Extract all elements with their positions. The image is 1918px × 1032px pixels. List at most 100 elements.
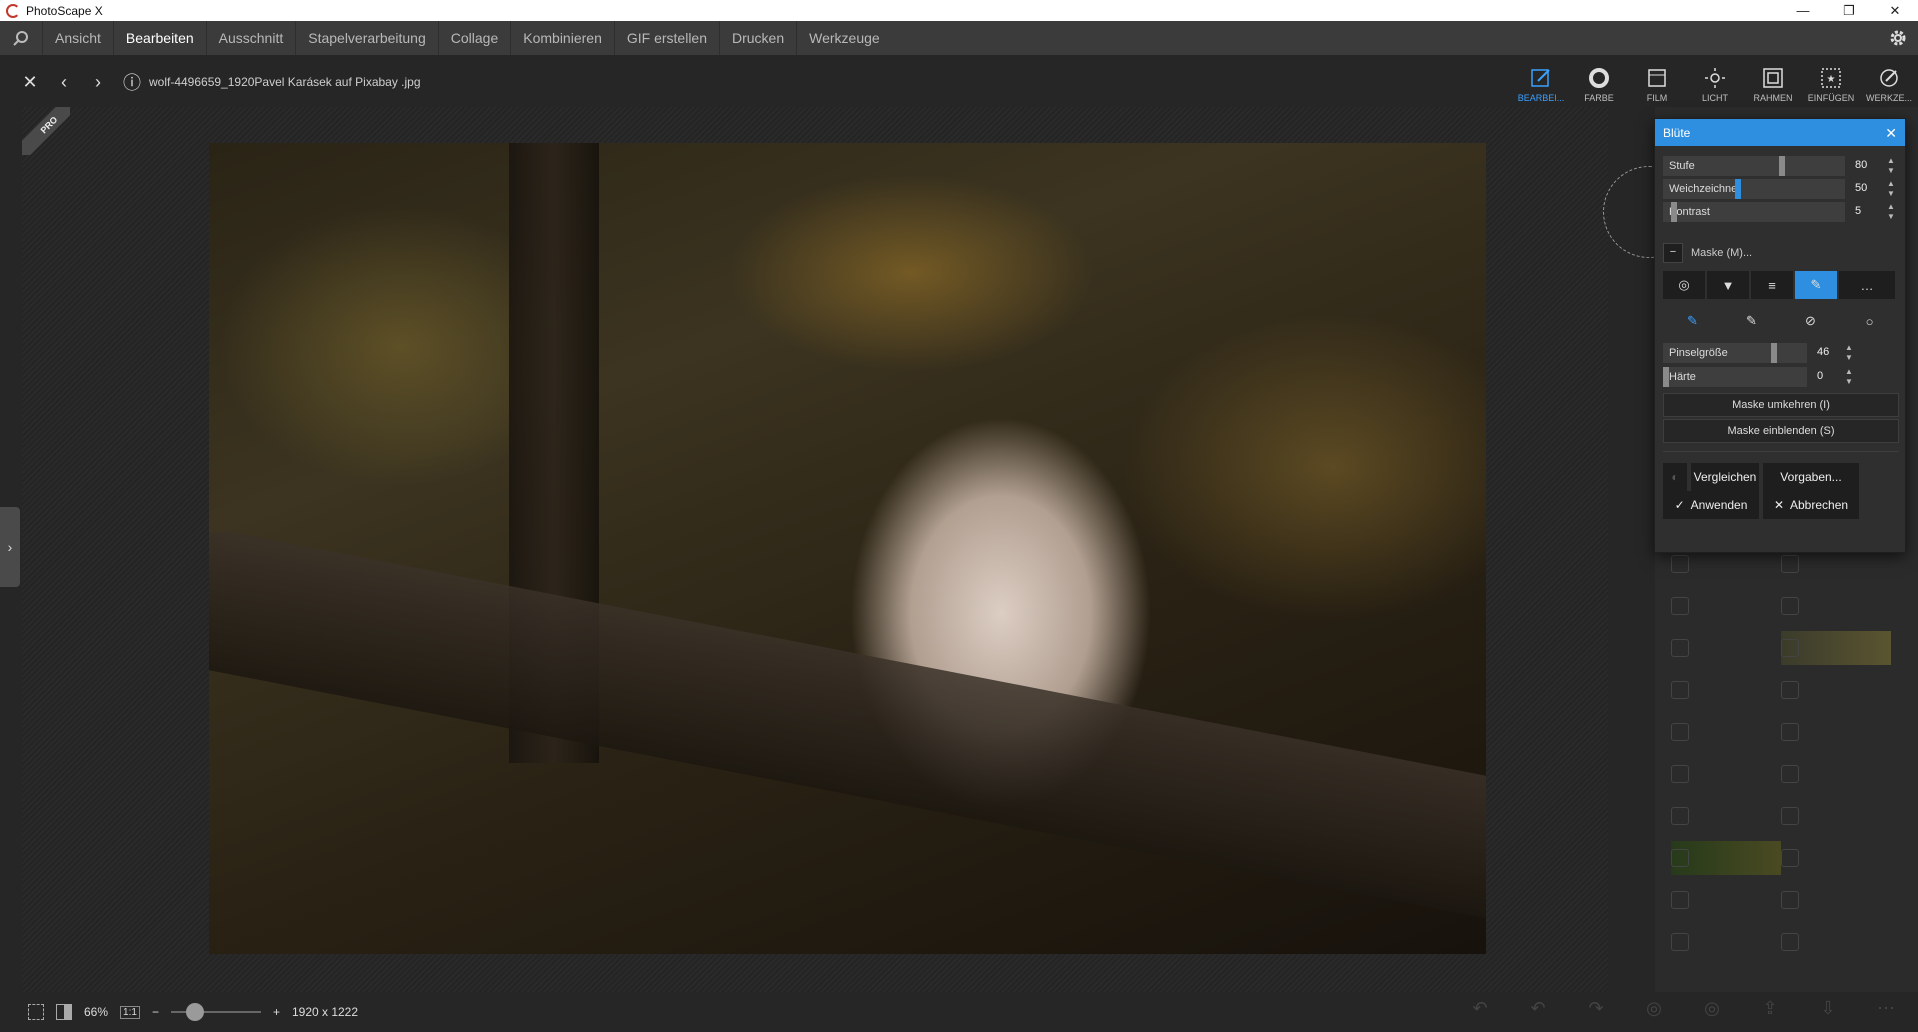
menu-drucken[interactable]: Drucken — [719, 21, 796, 55]
restore-button[interactable]: ❐ — [1826, 0, 1872, 21]
minus-icon[interactable]: − — [1663, 243, 1683, 263]
slider-haerte[interactable]: Härte 0 ▲ ▼ — [1663, 367, 1899, 387]
mask-toggle-row[interactable]: − Maske (M)... — [1663, 243, 1752, 263]
more-icon[interactable]: ⋯ — [1862, 998, 1910, 1018]
presets-button[interactable]: Vorgaben... — [1763, 463, 1859, 491]
tab-bearbeiten[interactable]: BEARBEI... — [1512, 55, 1570, 107]
spinner-icon[interactable]: ▲ ▼ — [1845, 367, 1853, 387]
slider-kontrast[interactable]: Kontrast 5 ▲ ▼ — [1663, 202, 1899, 222]
close-window-button[interactable]: ✕ — [1872, 0, 1918, 21]
gradient-filter-icon[interactable]: ▼ — [1707, 271, 1749, 299]
undo-all-icon[interactable]: ↶ — [1456, 998, 1504, 1018]
sidebar-tool[interactable] — [1671, 589, 1781, 623]
spinner-icon[interactable]: ▲ ▼ — [1887, 202, 1895, 222]
tab-film[interactable]: FILM — [1628, 55, 1686, 107]
tab-licht[interactable]: LICHT — [1686, 55, 1744, 107]
sidebar-tool[interactable] — [1781, 715, 1891, 749]
sidebar-tool[interactable] — [1671, 799, 1781, 833]
menu-stapelverarbeitung[interactable]: Stapelverarbeitung — [295, 21, 438, 55]
menu-bearbeiten[interactable]: Bearbeiten — [112, 21, 206, 55]
photo-wolf-image[interactable] — [209, 143, 1486, 954]
slider-value[interactable]: 46 — [1817, 346, 1829, 358]
slider-thumb[interactable] — [1671, 202, 1677, 222]
sidebar-tool-pro[interactable] — [1781, 883, 1891, 917]
invert-mask-button[interactable]: Maske umkehren (I) — [1663, 393, 1899, 417]
more-options-icon[interactable]: … — [1839, 271, 1895, 299]
minimize-button[interactable]: — — [1780, 0, 1826, 21]
close-icon[interactable]: ✕ — [1885, 125, 1897, 142]
slider-thumb[interactable] — [1779, 156, 1785, 176]
save-icon[interactable]: ⇩ — [1804, 998, 1852, 1018]
open-icon[interactable]: ⇪ — [1746, 998, 1794, 1018]
cancel-button[interactable]: ✕ Abbrechen — [1763, 491, 1859, 519]
compare-view-icon[interactable] — [56, 1004, 72, 1020]
redo-icon[interactable]: ↷ — [1572, 998, 1620, 1018]
zoom-out-icon[interactable]: − — [152, 1005, 159, 1019]
tab-werkzeuge[interactable]: WERKZE... — [1860, 55, 1918, 107]
tab-einfuegen[interactable]: ★ EINFÜGEN — [1802, 55, 1860, 107]
sidebar-tool[interactable] — [1671, 715, 1781, 749]
slider-thumb[interactable] — [1663, 367, 1669, 387]
slider-stufe[interactable]: Stufe 80 ▲ ▼ — [1663, 156, 1899, 176]
zoom-in-icon[interactable]: + — [273, 1005, 280, 1019]
menu-werkzeuge[interactable]: Werkzeuge — [796, 21, 892, 55]
sidebar-tool-pro[interactable] — [1671, 841, 1781, 875]
show-mask-button[interactable]: Maske einblenden (S) — [1663, 419, 1899, 443]
next-file-icon[interactable]: › — [88, 72, 108, 93]
clear-mask-icon[interactable]: ⊘ — [1781, 307, 1840, 335]
compare-icon[interactable]: ◎ — [1688, 998, 1736, 1018]
sidebar-tool[interactable] — [1781, 589, 1891, 623]
expand-panel-handle[interactable]: › — [0, 507, 20, 587]
slider-pinselgroesse[interactable]: Pinselgröße 46 ▲ ▼ — [1663, 343, 1899, 363]
compare-toggle-icon[interactable]: ◐ — [1663, 463, 1687, 491]
sidebar-tool-pro[interactable] — [1671, 925, 1781, 959]
sidebar-tool[interactable] — [1781, 757, 1891, 791]
previous-file-icon[interactable]: ‹ — [54, 72, 74, 93]
sidebar-tool[interactable] — [1781, 799, 1891, 833]
sidebar-tool-pro[interactable] — [1671, 883, 1781, 917]
sidebar-tool-pro[interactable] — [1781, 925, 1891, 959]
sidebar-tool-active[interactable] — [1781, 631, 1891, 665]
slider-value[interactable]: 80 — [1855, 159, 1867, 171]
brush-mask-icon[interactable]: ✎ — [1795, 271, 1837, 299]
menu-kombinieren[interactable]: Kombinieren — [510, 21, 614, 55]
sidebar-tool[interactable] — [1671, 757, 1781, 791]
spinner-icon[interactable]: ▲ ▼ — [1845, 343, 1853, 363]
home-icon[interactable] — [0, 21, 42, 55]
slider-weichzeichner[interactable]: Weichzeichner 50 ▲ ▼ — [1663, 179, 1899, 199]
tab-rahmen[interactable]: RAHMEN — [1744, 55, 1802, 107]
slider-value[interactable]: 5 — [1855, 205, 1861, 217]
actual-size-button[interactable]: 1:1 — [120, 1005, 140, 1019]
radial-mask-icon[interactable]: ◎ — [1663, 271, 1705, 299]
sidebar-tool[interactable] — [1671, 631, 1781, 665]
spinner-icon[interactable]: ▲ ▼ — [1887, 179, 1895, 199]
linear-mask-icon[interactable]: ≡ — [1751, 271, 1793, 299]
zoom-slider-thumb[interactable] — [185, 1003, 204, 1021]
menu-collage[interactable]: Collage — [437, 21, 510, 55]
zoom-slider[interactable] — [170, 1003, 261, 1021]
sidebar-tool[interactable] — [1781, 673, 1891, 707]
info-icon[interactable]: ⓘ — [122, 69, 142, 95]
apply-button[interactable]: ✓ Anwenden — [1663, 491, 1759, 519]
erase-brush-icon[interactable]: ✎ — [1722, 307, 1781, 335]
undo-icon[interactable]: ↶ — [1514, 998, 1562, 1018]
spinner-icon[interactable]: ▲ ▼ — [1887, 156, 1895, 176]
gear-icon[interactable] — [1888, 28, 1908, 48]
menu-gif-erstellen[interactable]: GIF erstellen — [613, 21, 719, 55]
menu-ansicht[interactable]: Ansicht — [42, 21, 113, 55]
paint-brush-icon[interactable]: ✎ — [1663, 307, 1722, 335]
slider-thumb[interactable] — [1735, 179, 1741, 199]
mask-label[interactable]: Maske (M)... — [1691, 247, 1752, 259]
sidebar-tool[interactable] — [1671, 673, 1781, 707]
slider-value[interactable]: 50 — [1855, 182, 1867, 194]
slider-value[interactable]: 0 — [1817, 370, 1823, 382]
circle-icon[interactable]: ○ — [1840, 307, 1899, 335]
original-icon[interactable]: ◎ — [1630, 998, 1678, 1018]
menu-ausschnitt[interactable]: Ausschnitt — [205, 21, 296, 55]
compare-button[interactable]: Vergleichen — [1691, 463, 1759, 491]
slider-thumb[interactable] — [1771, 343, 1777, 363]
tab-farbe[interactable]: FARBE — [1570, 55, 1628, 107]
sidebar-tool-pro[interactable] — [1781, 841, 1891, 875]
close-file-icon[interactable]: ✕ — [20, 72, 40, 93]
selection-grid-icon[interactable] — [28, 1004, 44, 1020]
